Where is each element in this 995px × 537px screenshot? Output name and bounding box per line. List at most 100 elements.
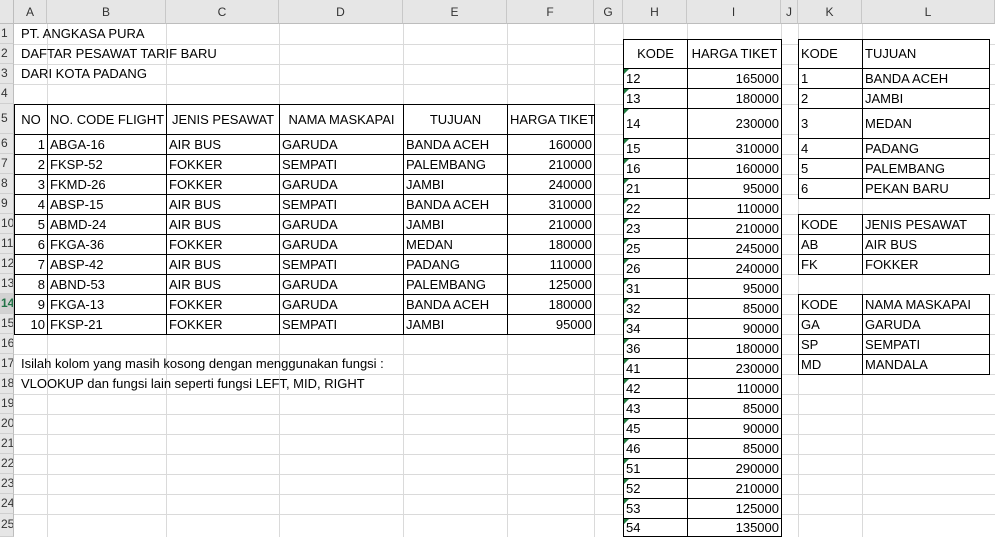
main-table-cell[interactable]: FKSP-21 bbox=[47, 314, 167, 335]
price-table-code[interactable]: 45 bbox=[623, 418, 688, 439]
dest-table-value[interactable]: MEDAN bbox=[862, 108, 990, 139]
airline-table-code[interactable]: SP bbox=[798, 334, 863, 355]
main-table-cell[interactable]: FOKKER bbox=[166, 154, 280, 175]
main-table-cell[interactable]: FKGA-13 bbox=[47, 294, 167, 315]
price-table-code[interactable]: 41 bbox=[623, 358, 688, 379]
main-table-cell[interactable]: SEMPATI bbox=[279, 194, 404, 215]
sheet-title[interactable]: DAFTAR PESAWAT TARIF BARU bbox=[19, 44, 219, 64]
price-table-price[interactable]: 95000 bbox=[687, 178, 782, 199]
dest-table-value[interactable]: BANDA ACEH bbox=[862, 68, 990, 89]
price-table-code[interactable]: 36 bbox=[623, 338, 688, 359]
main-table-cell[interactable]: JAMBI bbox=[403, 214, 508, 235]
main-table-cell[interactable]: 10 bbox=[14, 314, 48, 335]
row-header-22[interactable]: 22 bbox=[0, 454, 14, 474]
column-header-d[interactable]: D bbox=[279, 0, 403, 24]
main-table-cell[interactable]: FOKKER bbox=[166, 294, 280, 315]
row-header-14[interactable]: 14 bbox=[0, 294, 14, 314]
main-table-cell[interactable]: PADANG bbox=[403, 254, 508, 275]
row-header-1[interactable]: 1 bbox=[0, 24, 14, 44]
row-header-8[interactable]: 8 bbox=[0, 174, 14, 194]
dest-table-code[interactable]: 4 bbox=[798, 138, 863, 159]
main-table-cell[interactable]: JAMBI bbox=[403, 314, 508, 335]
main-table-cell[interactable]: 9 bbox=[14, 294, 48, 315]
main-table-cell[interactable]: 180000 bbox=[507, 294, 595, 315]
dest-table-value[interactable]: PALEMBANG bbox=[862, 158, 990, 179]
row-header-23[interactable]: 23 bbox=[0, 474, 14, 494]
dest-table-code[interactable]: 2 bbox=[798, 88, 863, 109]
main-table-cell[interactable]: BANDA ACEH bbox=[403, 194, 508, 215]
price-table-price[interactable]: 240000 bbox=[687, 258, 782, 279]
price-table-code[interactable]: 22 bbox=[623, 198, 688, 219]
main-table-cell[interactable]: JAMBI bbox=[403, 174, 508, 195]
airline-table-value[interactable]: MANDALA bbox=[862, 354, 990, 375]
main-table-cell[interactable]: SEMPATI bbox=[279, 154, 404, 175]
price-table-price[interactable]: 245000 bbox=[687, 238, 782, 259]
main-table-cell[interactable]: AIR BUS bbox=[166, 214, 280, 235]
price-table-code[interactable]: 26 bbox=[623, 258, 688, 279]
row-header-6[interactable]: 6 bbox=[0, 134, 14, 154]
price-table-price[interactable]: 180000 bbox=[687, 88, 782, 109]
price-table-price[interactable]: 90000 bbox=[687, 318, 782, 339]
price-table-price[interactable]: 85000 bbox=[687, 438, 782, 459]
main-table-cell[interactable]: FKGA-36 bbox=[47, 234, 167, 255]
main-table-cell[interactable]: ABGA-16 bbox=[47, 134, 167, 155]
main-table-header[interactable]: NAMA MASKAPAI bbox=[279, 104, 404, 135]
price-table-header[interactable]: HARGA TIKET bbox=[687, 39, 782, 69]
main-table-header[interactable]: JENIS PESAWAT bbox=[166, 104, 280, 135]
column-header-f[interactable]: F bbox=[507, 0, 594, 24]
main-table-cell[interactable]: FKSP-52 bbox=[47, 154, 167, 175]
plane-table-code[interactable]: AB bbox=[798, 234, 863, 255]
main-table-header[interactable]: NO. CODE FLIGHT bbox=[47, 104, 167, 135]
main-table-cell[interactable]: 7 bbox=[14, 254, 48, 275]
price-table-price[interactable]: 230000 bbox=[687, 108, 782, 139]
row-header-15[interactable]: 15 bbox=[0, 314, 14, 334]
price-table-price[interactable]: 210000 bbox=[687, 478, 782, 499]
row-header-24[interactable]: 24 bbox=[0, 494, 14, 514]
row-header-19[interactable]: 19 bbox=[0, 394, 14, 414]
main-table-cell[interactable]: ABSP-15 bbox=[47, 194, 167, 215]
main-table-cell[interactable]: GARUDA bbox=[279, 234, 404, 255]
main-table-cell[interactable]: ABND-53 bbox=[47, 274, 167, 295]
price-table-code[interactable]: 53 bbox=[623, 498, 688, 519]
main-table-cell[interactable]: 6 bbox=[14, 234, 48, 255]
main-table-cell[interactable]: GARUDA bbox=[279, 134, 404, 155]
airline-table-header[interactable]: NAMA MASKAPAI bbox=[862, 294, 990, 315]
instruction-line-2[interactable]: VLOOKUP dan fungsi lain seperti fungsi L… bbox=[19, 374, 367, 394]
main-table-cell[interactable]: 160000 bbox=[507, 134, 595, 155]
main-table-cell[interactable]: 95000 bbox=[507, 314, 595, 335]
row-header-17[interactable]: 17 bbox=[0, 354, 14, 374]
main-table-cell[interactable]: PALEMBANG bbox=[403, 154, 508, 175]
price-table-code[interactable]: 51 bbox=[623, 458, 688, 479]
column-header-l[interactable]: L bbox=[862, 0, 995, 24]
price-table-price[interactable]: 290000 bbox=[687, 458, 782, 479]
price-table-header[interactable]: KODE bbox=[623, 39, 688, 69]
main-table-cell[interactable]: FOKKER bbox=[166, 174, 280, 195]
price-table-code[interactable]: 25 bbox=[623, 238, 688, 259]
price-table-code[interactable]: 15 bbox=[623, 138, 688, 159]
airline-table-value[interactable]: SEMPATI bbox=[862, 334, 990, 355]
price-table-price[interactable]: 160000 bbox=[687, 158, 782, 179]
price-table-price[interactable]: 85000 bbox=[687, 398, 782, 419]
main-table-cell[interactable]: MEDAN bbox=[403, 234, 508, 255]
price-table-code[interactable]: 46 bbox=[623, 438, 688, 459]
price-table-code[interactable]: 32 bbox=[623, 298, 688, 319]
main-table-cell[interactable]: 1 bbox=[14, 134, 48, 155]
row-header-12[interactable]: 12 bbox=[0, 254, 14, 274]
dest-table-code[interactable]: 1 bbox=[798, 68, 863, 89]
column-header-e[interactable]: E bbox=[403, 0, 507, 24]
row-header-9[interactable]: 9 bbox=[0, 194, 14, 214]
dest-table-header[interactable]: KODE bbox=[798, 39, 863, 69]
main-table-cell[interactable]: 310000 bbox=[507, 194, 595, 215]
price-table-price[interactable]: 165000 bbox=[687, 68, 782, 89]
row-header-10[interactable]: 10 bbox=[0, 214, 14, 234]
main-table-cell[interactable]: AIR BUS bbox=[166, 254, 280, 275]
price-table-code[interactable]: 34 bbox=[623, 318, 688, 339]
price-table-code[interactable]: 21 bbox=[623, 178, 688, 199]
price-table-price[interactable]: 85000 bbox=[687, 298, 782, 319]
main-table-cell[interactable]: GARUDA bbox=[279, 294, 404, 315]
price-table-code[interactable]: 42 bbox=[623, 378, 688, 399]
price-table-price[interactable]: 135000 bbox=[687, 518, 782, 537]
column-header-b[interactable]: B bbox=[47, 0, 166, 24]
main-table-cell[interactable]: 3 bbox=[14, 174, 48, 195]
airline-table-code[interactable]: GA bbox=[798, 314, 863, 335]
